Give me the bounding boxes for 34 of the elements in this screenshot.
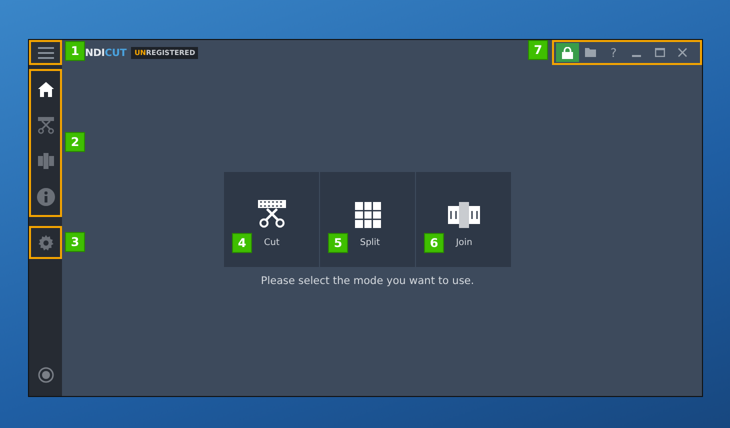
menu-button[interactable] [29,40,62,65]
mode-label: Cut [264,238,280,248]
help-button[interactable]: ? [602,43,625,62]
app-logo: NDICUT [85,48,126,58]
callout-badge: 6 [424,233,444,253]
mode-card[interactable]: 6 Join [416,172,511,267]
folder-icon [585,48,596,57]
mode-card[interactable]: 4 Cut [224,172,319,267]
close-icon [678,48,687,57]
menu-icon [38,46,54,58]
scissors-film-icon [256,200,286,228]
record-icon [38,367,54,383]
callout-badge: 3 [65,232,85,252]
callout-badge: 7 [528,40,548,60]
lock-icon [562,46,573,58]
callout-badge: 4 [232,233,252,253]
prompt-text: Please select the mode you want to use. [260,275,474,287]
mode-card[interactable]: 5 Split [320,172,415,267]
home-icon [38,82,54,96]
info-icon [36,188,54,206]
settings-icon [38,234,54,250]
mode-label: Join [456,238,472,248]
callout-badge: 1 [65,41,85,61]
film-join-icon [448,202,480,228]
scissors-icon [36,116,54,134]
mode-label: Split [360,238,380,248]
maximize-icon [654,48,664,57]
film-join-icon [38,153,54,169]
lock-button[interactable] [556,43,579,62]
minimize-icon [632,55,641,57]
settings-button[interactable] [29,226,62,259]
callout-badge: 2 [65,132,85,152]
grid-icon [354,202,380,228]
callout-badge: 5 [328,233,348,253]
